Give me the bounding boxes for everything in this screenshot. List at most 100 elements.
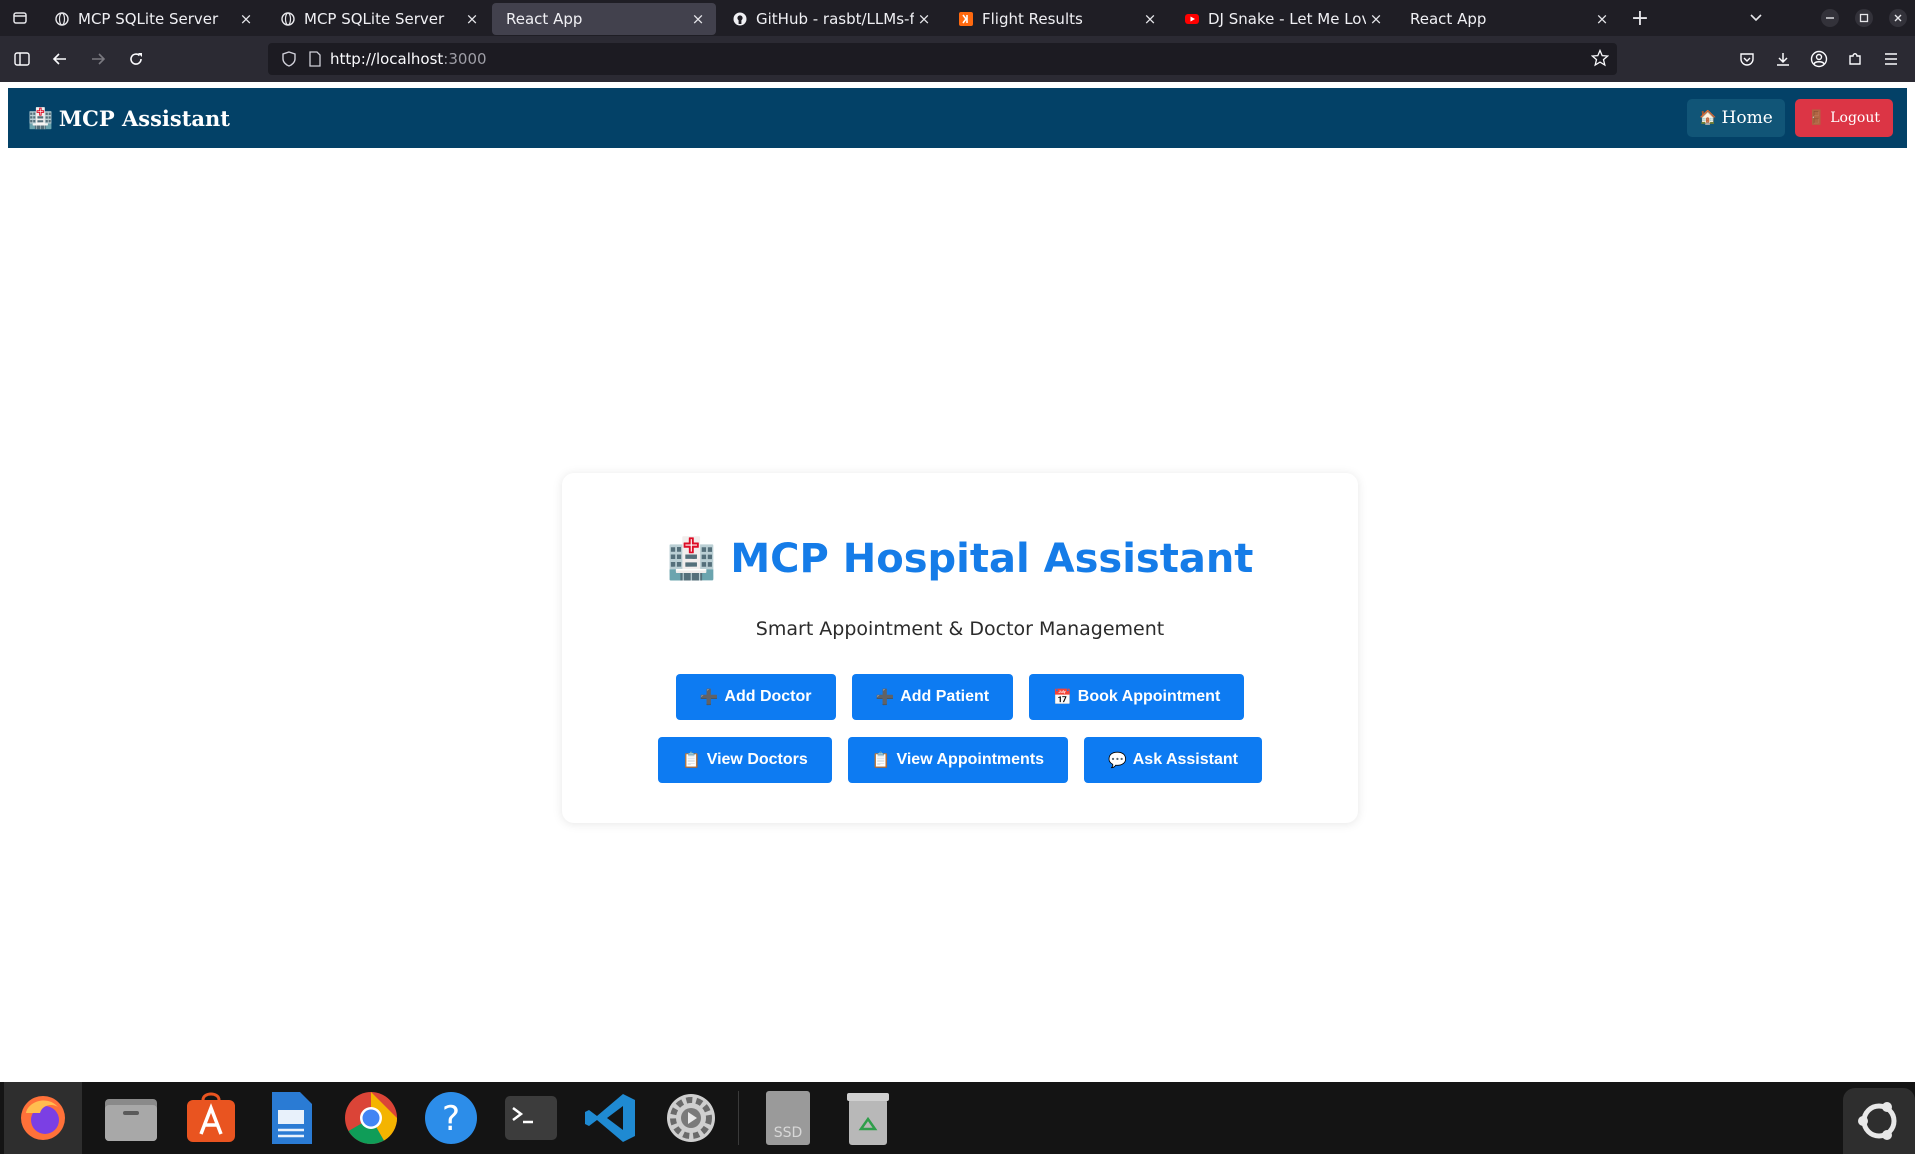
page-title: 🏥 MCP Hospital Assistant [562,535,1358,583]
window-controls [1739,0,1915,36]
add-doctor-button[interactable]: ➕ Add Doctor [675,674,836,720]
dock-writer[interactable] [260,1087,322,1149]
settings-gear-icon [667,1094,715,1142]
view-doctors-button[interactable]: 📋 View Doctors [658,737,832,783]
dock-vscode[interactable] [580,1087,642,1149]
pocket-icon [1740,53,1754,66]
vscode-icon [585,1094,635,1142]
browser-toolbar: http://localhost:3000 [0,36,1915,82]
clipboard-icon: 📋 [871,752,891,769]
show-apps-button[interactable] [1843,1088,1915,1154]
add-patient-button[interactable]: ➕ Add Patient [851,674,1014,720]
home-button[interactable]: 🏠 Home [1687,99,1785,137]
ssd-drive-icon: SSD [766,1091,810,1145]
chrome-icon [345,1092,397,1144]
sidebar-toggle-button[interactable] [6,43,38,75]
tab-title: Flight Results [982,10,1083,28]
close-tab-icon[interactable]: × [914,10,934,28]
book-appointment-button[interactable]: 📅 Book Appointment [1029,674,1245,720]
button-label: Add Patient [900,688,990,705]
dock-ssd-drive[interactable]: SSD [757,1087,819,1149]
button-label: Ask Assistant [1132,751,1238,768]
toolbar-right-actions [1727,43,1907,75]
close-tab-icon[interactable]: × [1366,10,1386,28]
list-all-tabs-button[interactable] [1739,0,1773,36]
globe-icon [54,11,70,27]
close-tab-icon[interactable]: × [688,10,708,28]
downloads-button[interactable] [1767,43,1799,75]
brand-label: MCP Assistant [58,105,230,131]
dock-files[interactable] [100,1087,162,1149]
logout-label: Logout [1830,110,1880,126]
dock-help[interactable]: ? [420,1087,482,1149]
dock-trash[interactable] [837,1087,899,1149]
page-viewport: 🏥 MCP Assistant 🏠 Home 🚪 Logout 🏥 MCP Ho… [8,88,1907,1082]
page-info-icon[interactable] [304,51,326,67]
browser-tab-3[interactable]: GitHub - rasbt/LLMs-from × [718,3,942,35]
clipboard-icon: 📋 [682,752,701,769]
new-tab-button[interactable]: + [1622,0,1658,36]
plus-icon: ➕ [699,689,719,706]
browser-tab-strip: MCP SQLite Server × MCP SQLite Server × … [0,0,1915,36]
calendar-icon: 📅 [1053,689,1072,706]
action-row-1: ➕ Add Doctor ➕ Add Patient 📅 Book Appoin… [562,674,1358,720]
extensions-button[interactable] [1839,43,1871,75]
action-row-2: 📋 View Doctors 📋 View Appointments 💬 Ask… [562,737,1358,783]
browser-tab-0[interactable]: MCP SQLite Server × [40,3,264,35]
close-tab-icon[interactable]: × [1592,10,1612,28]
tab-title: MCP SQLite Server [78,10,219,28]
dock-settings[interactable] [660,1087,722,1149]
view-appointments-button[interactable]: 📋 View Appointments [847,737,1069,783]
account-button[interactable] [1803,43,1835,75]
browser-tab-5[interactable]: DJ Snake - Let Me Love Yo × [1170,3,1394,35]
minimize-button[interactable] [1813,0,1847,36]
document-writer-icon [272,1092,312,1144]
reload-icon [130,53,142,65]
firefox-view-button[interactable] [0,0,40,36]
dock-firefox[interactable] [4,1082,82,1154]
help-icon: ? [425,1092,477,1144]
app-brand[interactable]: 🏥 MCP Assistant [28,88,230,148]
dashboard-card: 🏥 MCP Hospital Assistant Smart Appointme… [562,473,1358,823]
kayak-icon [958,11,974,27]
logout-button[interactable]: 🚪 Logout [1794,99,1893,137]
taskbar-dock: ? SSD [0,1082,1915,1154]
sidebar-icon [14,52,30,66]
close-icon [1889,9,1907,27]
browser-tab-2[interactable]: React App × [492,3,716,35]
browser-tab-1[interactable]: MCP SQLite Server × [266,3,490,35]
forward-button[interactable] [82,43,114,75]
button-label: View Doctors [706,751,808,768]
puzzle-icon [1849,53,1861,65]
reload-button[interactable] [120,43,152,75]
dock-terminal[interactable] [500,1087,562,1149]
app-navbar: 🏥 MCP Assistant 🏠 Home 🚪 Logout [8,88,1907,148]
globe-icon [280,11,296,27]
page-subtitle: Smart Appointment & Doctor Management [755,618,1165,640]
browser-tab-6[interactable]: React App × [1396,3,1620,35]
back-arrow-icon [52,53,66,65]
close-window-button[interactable] [1881,0,1915,36]
dock-app-center[interactable] [180,1087,242,1149]
browser-tab-4[interactable]: Flight Results × [944,3,1168,35]
close-tab-icon[interactable]: × [236,10,256,28]
door-icon: 🚪 [1807,110,1826,126]
close-tab-icon[interactable]: × [462,10,482,28]
pocket-button[interactable] [1731,43,1763,75]
shield-icon[interactable] [278,51,300,67]
back-button[interactable] [44,43,76,75]
ask-assistant-button[interactable]: 💬 Ask Assistant [1084,737,1262,783]
account-icon [1810,50,1828,68]
dock-chrome[interactable] [340,1087,402,1149]
tab-title: React App [506,10,583,28]
maximize-button[interactable] [1847,0,1881,36]
app-menu-button[interactable] [1875,43,1907,75]
github-icon [732,11,748,27]
speech-bubble-icon: 💬 [1108,752,1127,769]
close-tab-icon[interactable]: × [1140,10,1160,28]
tab-title: GitHub - rasbt/LLMs-from [756,10,914,28]
tab-title: DJ Snake - Let Me Love Yo [1208,10,1366,28]
address-bar[interactable]: http://localhost:3000 [268,43,1617,75]
bookmark-star-icon[interactable] [1590,48,1610,71]
terminal-icon [505,1096,557,1140]
